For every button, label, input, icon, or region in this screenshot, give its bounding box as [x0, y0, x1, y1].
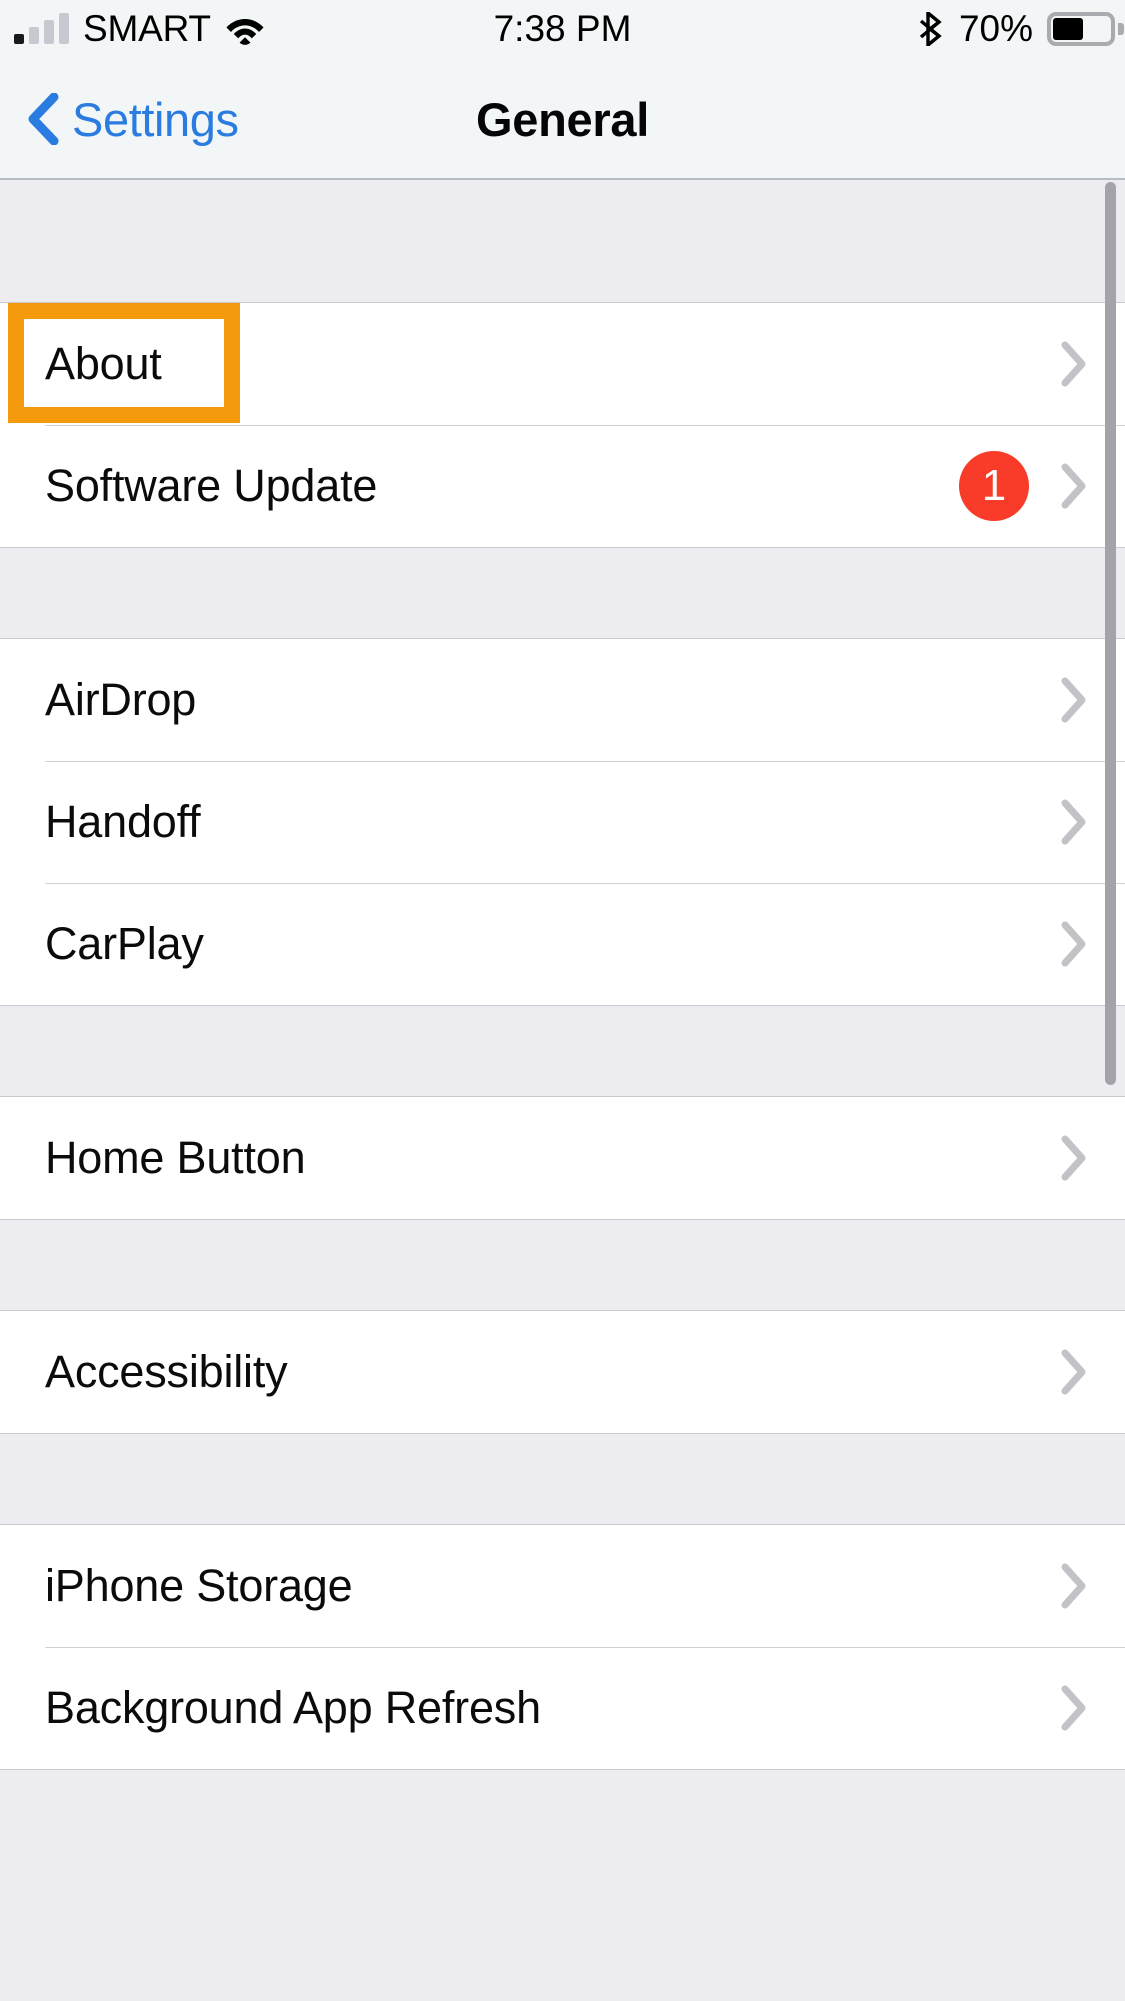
page-title: General: [476, 92, 649, 146]
list-item[interactable]: AirDrop: [0, 639, 1125, 761]
status-badge: 1: [959, 451, 1029, 521]
section-gap: [0, 1220, 1125, 1310]
list-item-label: Background App Refresh: [45, 1682, 541, 1733]
chevron-right-icon: [1061, 1135, 1087, 1181]
list-item[interactable]: About: [0, 303, 1125, 425]
list-item-label: AirDrop: [45, 674, 197, 725]
iphone-settings-screen: SMART 7:38 PM 70% Settings General About…: [0, 0, 1125, 2001]
chevron-right-icon: [1061, 677, 1087, 723]
section-gap: [0, 1006, 1125, 1096]
list-item[interactable]: Accessibility: [0, 1311, 1125, 1433]
navigation-bar: Settings General: [0, 58, 1125, 180]
list-item-accessory: [1061, 1311, 1087, 1433]
section-gap: [0, 182, 1125, 302]
clock-label: 7:38 PM: [493, 8, 632, 49]
chevron-right-icon: [1061, 463, 1087, 509]
list-item[interactable]: Background App Refresh: [0, 1647, 1125, 1769]
chevron-right-icon: [1061, 921, 1087, 967]
vertical-scrollbar[interactable]: [1105, 182, 1116, 1085]
status-bar-right: 70%: [919, 0, 1124, 58]
list-item-accessory: [1061, 1525, 1087, 1647]
list-item-label: About: [45, 338, 162, 389]
section-gap: [0, 1770, 1125, 1890]
section-gap: [0, 548, 1125, 638]
chevron-right-icon: [1061, 1685, 1087, 1731]
battery-icon: [1047, 12, 1124, 46]
list-item-label: Home Button: [45, 1132, 306, 1183]
list-item[interactable]: Home Button: [0, 1097, 1125, 1219]
status-bar: SMART 7:38 PM 70%: [0, 0, 1125, 58]
list-item-label: Accessibility: [45, 1346, 288, 1397]
chevron-right-icon: [1061, 1349, 1087, 1395]
settings-group: Accessibility: [0, 1310, 1125, 1434]
list-item-accessory: [1061, 639, 1087, 761]
list-item-label: Handoff: [45, 796, 201, 847]
settings-group: iPhone Storage Background App Refresh: [0, 1524, 1125, 1770]
list-item-accessory: [1061, 761, 1087, 883]
list-item-label: Software Update: [45, 460, 378, 511]
bluetooth-icon: [919, 9, 945, 49]
settings-group: AirDrop Handoff CarPlay: [0, 638, 1125, 1006]
chevron-right-icon: [1061, 799, 1087, 845]
list-item-label: iPhone Storage: [45, 1560, 353, 1611]
list-item-accessory: 1: [959, 425, 1087, 547]
section-gap: [0, 1434, 1125, 1524]
list-item[interactable]: Handoff: [0, 761, 1125, 883]
list-item[interactable]: Software Update 1: [0, 425, 1125, 547]
list-item-accessory: [1061, 1097, 1087, 1219]
chevron-right-icon: [1061, 341, 1087, 387]
list-item-accessory: [1061, 1647, 1087, 1769]
list-item[interactable]: iPhone Storage: [0, 1525, 1125, 1647]
settings-list[interactable]: About Software Update 1 AirDrop Handoff CarPl…: [0, 182, 1125, 2001]
chevron-right-icon: [1061, 1563, 1087, 1609]
settings-group: About Software Update 1: [0, 302, 1125, 548]
list-item-accessory: [1061, 883, 1087, 1005]
list-item-label: CarPlay: [45, 918, 204, 969]
settings-group: Home Button: [0, 1096, 1125, 1220]
list-item[interactable]: CarPlay: [0, 883, 1125, 1005]
battery-percent-label: 70%: [958, 8, 1033, 49]
list-item-accessory: [1061, 303, 1087, 425]
